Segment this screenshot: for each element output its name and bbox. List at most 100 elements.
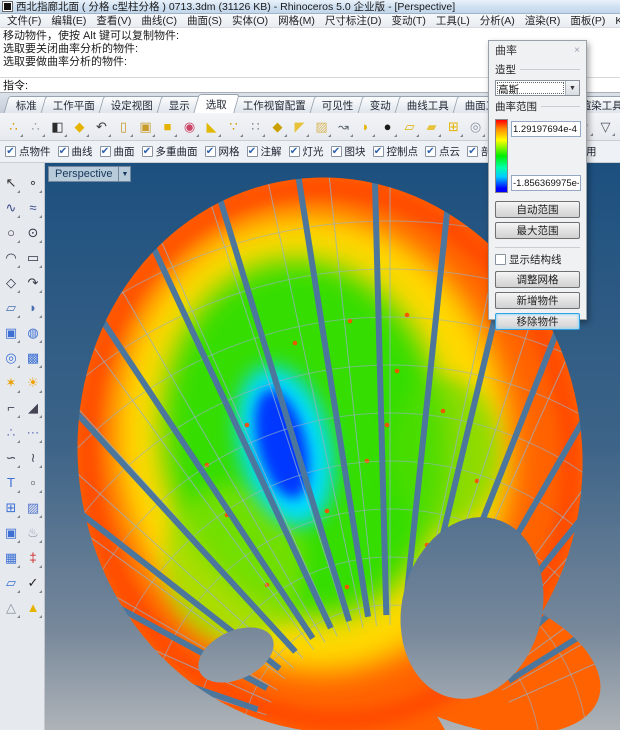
filter-7[interactable]: ✔图块 xyxy=(331,144,366,159)
auto-range-button[interactable]: 自动范围 xyxy=(495,201,580,218)
curvature-panel-header[interactable]: 曲率 × xyxy=(495,41,580,59)
checkbox-icon[interactable]: ✔ xyxy=(142,146,153,157)
checkbox-icon[interactable]: ✔ xyxy=(331,146,342,157)
checkbox-icon[interactable]: ✔ xyxy=(205,146,216,157)
add-objects-button[interactable]: 新增物件 xyxy=(495,292,580,309)
textured-box-icon[interactable]: ▩ xyxy=(23,346,43,369)
select-figure-icon[interactable]: ◗ xyxy=(355,116,376,138)
select-curve-icon[interactable]: ↝ xyxy=(333,116,354,138)
menu-item-13[interactable]: KeyShot 4 xyxy=(610,15,620,27)
filter-1[interactable]: ✔曲线 xyxy=(58,144,93,159)
tab-4[interactable]: 选取 xyxy=(193,94,239,113)
point-icon[interactable]: ∘ xyxy=(23,171,43,194)
menu-item-5[interactable]: 实体(O) xyxy=(227,13,273,28)
min-curvature-input[interactable] xyxy=(511,175,581,191)
menu-item-1[interactable]: 编辑(E) xyxy=(46,13,91,28)
dimension-icon[interactable]: ‡ xyxy=(23,546,43,569)
style-dropdown[interactable]: 高斯 ▼ xyxy=(495,80,580,96)
select-volume-icon[interactable]: ■ xyxy=(157,116,178,138)
fillet-icon[interactable]: ⌐ xyxy=(1,396,21,419)
filter-6[interactable]: ✔灯光 xyxy=(289,144,324,159)
max-curvature-input[interactable] xyxy=(511,121,581,137)
layout-icon[interactable]: ⊞ xyxy=(1,496,21,519)
check-icon[interactable]: ✓ xyxy=(23,571,43,594)
cone-solid-icon[interactable]: ▲ xyxy=(23,596,43,619)
lights-icon[interactable]: ♨ xyxy=(23,521,43,544)
group-icon[interactable]: ∴ xyxy=(1,421,21,444)
points-group-icon[interactable]: ⋯ xyxy=(23,421,43,444)
polygon-icon[interactable]: ◇ xyxy=(1,271,21,294)
select-lamp-icon[interactable]: ▯ xyxy=(113,116,134,138)
checkbox-icon[interactable]: ✔ xyxy=(467,146,478,157)
filter-8[interactable]: ✔控制点 xyxy=(373,144,419,159)
filter-4[interactable]: ✔网格 xyxy=(205,144,240,159)
deselect-points-icon[interactable]: ∴ xyxy=(25,116,46,138)
tab-5[interactable]: 工作视窗配置 xyxy=(231,96,319,113)
checkbox-icon[interactable]: ✔ xyxy=(247,146,258,157)
tab-8[interactable]: 曲线工具 xyxy=(394,96,461,113)
mesh-icon[interactable]: ▦ xyxy=(1,546,21,569)
menu-item-0[interactable]: 文件(F) xyxy=(2,13,46,28)
selection-filter-icon[interactable]: ▽ xyxy=(595,115,616,137)
pointer-icon[interactable]: ↖ xyxy=(1,171,21,194)
surface-from-curves-icon[interactable]: ◗ xyxy=(23,296,43,319)
circle-diameter-icon[interactable]: ⊙ xyxy=(23,221,43,244)
chevron-down-icon[interactable]: ▼ xyxy=(565,81,579,95)
filter-0[interactable]: ✔点物件 xyxy=(5,144,51,159)
select-plane-icon[interactable]: ▰ xyxy=(421,116,442,138)
menu-item-2[interactable]: 查看(V) xyxy=(91,13,136,28)
checkbox-icon[interactable]: ✔ xyxy=(5,146,16,157)
tab-2[interactable]: 设定视图 xyxy=(99,96,166,113)
checkbox-icon[interactable]: ✔ xyxy=(373,146,384,157)
select-flag-icon[interactable]: ◤ xyxy=(289,116,310,138)
cone-icon[interactable]: △ xyxy=(1,596,21,619)
menu-item-12[interactable]: 面板(P) xyxy=(565,13,610,28)
max-range-button[interactable]: 最大范围 xyxy=(495,222,580,239)
select-spiral-icon[interactable]: ◎ xyxy=(465,116,486,138)
menu-item-6[interactable]: 网格(M) xyxy=(273,13,320,28)
sphere-icon[interactable]: ◍ xyxy=(23,321,43,344)
box-icon[interactable]: ▣ xyxy=(1,321,21,344)
select-hatch-icon[interactable]: ▨ xyxy=(311,116,332,138)
menu-item-10[interactable]: 分析(A) xyxy=(475,13,520,28)
circle-icon[interactable]: ○ xyxy=(1,221,21,244)
close-icon[interactable]: × xyxy=(574,45,580,56)
explode-icon[interactable]: ☀ xyxy=(23,371,43,394)
remove-objects-button[interactable]: 移除物件 xyxy=(495,313,580,330)
rectangle-icon[interactable]: ▭ xyxy=(23,246,43,269)
menu-item-8[interactable]: 变动(T) xyxy=(387,13,431,28)
tab-1[interactable]: 工作平面 xyxy=(41,96,108,113)
select-point-cloud-icon[interactable]: ∷ xyxy=(245,116,266,138)
point-edit-icon[interactable]: ▫ xyxy=(23,471,43,494)
boolean-icon[interactable]: ✶ xyxy=(1,371,21,394)
arc-icon[interactable]: ◠ xyxy=(1,246,21,269)
select-scatter-icon[interactable]: ∵ xyxy=(223,116,244,138)
menu-item-4[interactable]: 曲面(S) xyxy=(182,13,227,28)
adjust-mesh-button[interactable]: 调整网格 xyxy=(495,271,580,288)
solid-box-icon[interactable]: ▣ xyxy=(1,521,21,544)
select-surface-icon[interactable]: ▱ xyxy=(399,116,420,138)
filter-2[interactable]: ✔曲面 xyxy=(100,144,135,159)
invert-selection-icon[interactable]: ◧ xyxy=(47,116,68,138)
torus-icon[interactable]: ◎ xyxy=(1,346,21,369)
chamfer-icon[interactable]: ◢ xyxy=(23,396,43,419)
curve-point-icon[interactable]: ≀ xyxy=(23,446,43,469)
filter-5[interactable]: ✔注解 xyxy=(247,144,282,159)
viewport-title[interactable]: Perspective ▼ xyxy=(48,166,131,182)
freeform-curve-icon[interactable]: ↷ xyxy=(23,271,43,294)
select-by-color-icon[interactable]: ◉ xyxy=(179,116,200,138)
style-dropdown-value[interactable]: 高斯 xyxy=(496,81,565,95)
select-count-icon[interactable]: ▣ xyxy=(135,116,156,138)
checkbox-icon[interactable]: ✔ xyxy=(289,146,300,157)
filter-3[interactable]: ✔多重曲面 xyxy=(142,144,198,159)
checkbox-icon[interactable] xyxy=(495,254,506,265)
control-point-curve-icon[interactable]: ∿ xyxy=(1,196,21,219)
select-sphere-icon[interactable]: ● xyxy=(377,116,398,138)
filter-9[interactable]: ✔点云 xyxy=(425,144,460,159)
hatch-icon[interactable]: ▨ xyxy=(23,496,43,519)
menu-item-9[interactable]: 工具(L) xyxy=(431,13,475,28)
menu-item-11[interactable]: 渲染(R) xyxy=(520,13,566,28)
select-cube-icon[interactable]: ◆ xyxy=(69,116,90,138)
handle-curve-icon[interactable]: ≈ xyxy=(23,196,43,219)
plane-icon[interactable]: ▱ xyxy=(1,571,21,594)
